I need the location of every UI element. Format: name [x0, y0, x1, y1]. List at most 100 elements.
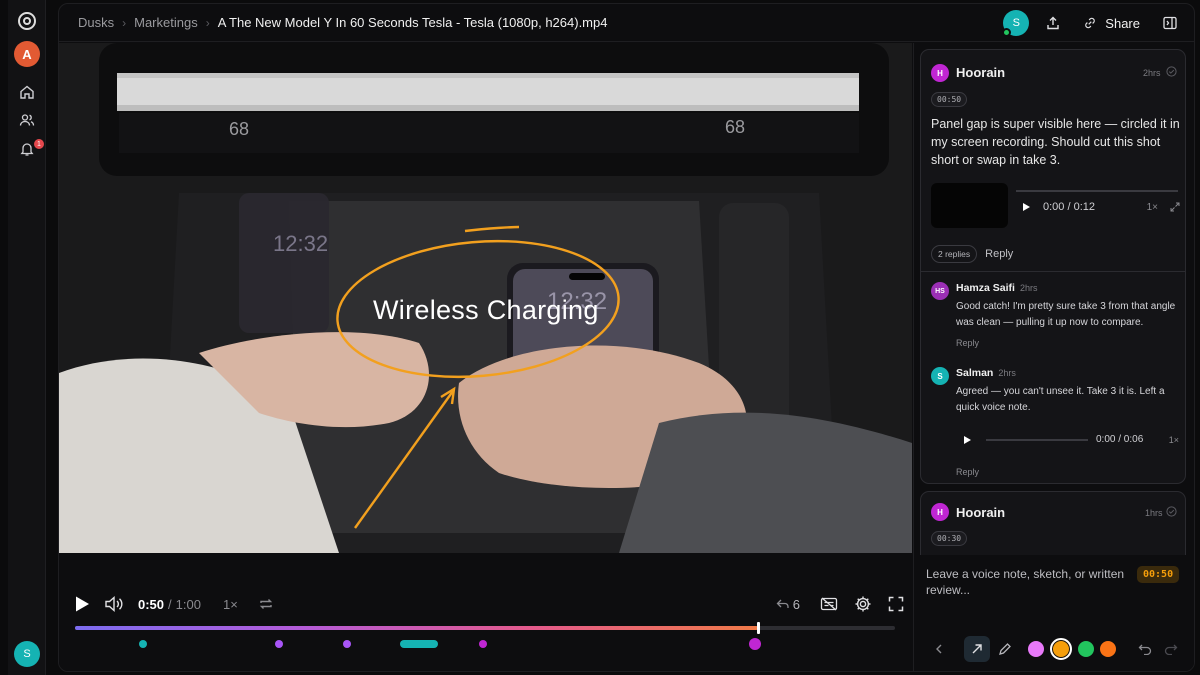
comment-timestamp[interactable]: 00:50	[931, 92, 968, 107]
video-frame[interactable]: 68 68 12:32 12:32 Wireless Charging	[59, 43, 912, 553]
reply-time-ago: 2hrs	[998, 368, 1016, 378]
app-rail: A 1 S	[8, 0, 46, 675]
thread-divider	[921, 271, 1185, 272]
color-swatch-orange-selected[interactable]	[1050, 638, 1072, 660]
chevron-left-icon[interactable]	[934, 643, 944, 655]
comment-time-ago: 2hrs	[1143, 68, 1161, 78]
reply-arrow-icon	[776, 599, 789, 608]
reply-header: Salman 2hrs	[956, 367, 1016, 379]
control-row: 0:50 / 1:00 1× 6	[74, 593, 904, 615]
workspace-avatar[interactable]: A	[14, 41, 40, 67]
color-swatch-red-orange[interactable]	[1100, 641, 1116, 657]
voice-waveform[interactable]	[1016, 190, 1178, 192]
total-time: 1:00	[175, 596, 201, 612]
reply-text: Good catch! I'm pretty sure take 3 from …	[956, 301, 1176, 328]
breadcrumb-chevron-icon: ›	[122, 15, 127, 30]
pen-tool-icon[interactable]	[998, 642, 1012, 656]
voice-waveform[interactable]	[986, 438, 1088, 441]
user-avatar[interactable]: S	[14, 641, 40, 667]
reply-button[interactable]: Reply	[956, 467, 979, 477]
comment-marker[interactable]	[139, 640, 147, 648]
breadcrumb-item-dusks[interactable]: Dusks	[78, 15, 114, 30]
captions-off-icon[interactable]	[820, 596, 838, 612]
progress-bar[interactable]	[75, 622, 895, 634]
comment-author: Hoorain	[956, 65, 1006, 80]
presence-avatar[interactable]: S	[1002, 10, 1030, 37]
app-logo-icon[interactable]	[18, 12, 36, 30]
panel-toggle-icon[interactable]	[1162, 15, 1178, 31]
comment-thread: H Hoorain 2hrs 00:50 Panel gap is super …	[920, 49, 1186, 484]
color-swatch-pink[interactable]	[1028, 641, 1044, 657]
playback-speed[interactable]: 1×	[223, 597, 238, 612]
arrow-tool-button[interactable]	[964, 636, 990, 662]
reply-time-ago: 2hrs	[1019, 283, 1038, 293]
player-controls: 0:50 / 1:00 1× 6	[59, 553, 912, 671]
users-icon[interactable]	[19, 112, 35, 128]
link-icon	[1085, 17, 1096, 29]
resolve-check-icon[interactable]	[1166, 506, 1177, 517]
comment-text: Panel gap is super visible here — circle…	[931, 117, 1180, 167]
comment-input[interactable]: Leave a voice note, sketch, or written r…	[926, 566, 1136, 598]
voice-time: 0:00 / 0:06	[1096, 434, 1144, 445]
home-icon[interactable]	[19, 84, 35, 100]
reply-button[interactable]: Reply	[985, 248, 1013, 260]
comment-time-ago: 1hrs	[1145, 508, 1163, 518]
settings-gear-icon[interactable]	[854, 595, 872, 613]
share-button[interactable]: Share	[1077, 12, 1146, 35]
top-bar-actions: S Share	[1002, 10, 1178, 37]
main-panel: Dusks › Marketings › A The New Model Y I…	[58, 3, 1195, 672]
expand-icon[interactable]	[1170, 202, 1180, 212]
volume-icon[interactable]	[104, 595, 124, 613]
comment-timestamp[interactable]: 00:30	[931, 531, 968, 546]
comment-marker[interactable]	[343, 640, 351, 648]
redo-icon[interactable]	[1164, 643, 1178, 655]
annotation-text: Wireless Charging	[373, 295, 599, 325]
bell-icon[interactable]	[19, 141, 35, 157]
reply-author: Hamza Saifi	[956, 282, 1015, 294]
screen-recording-thumbnail[interactable]	[931, 183, 1008, 228]
comment-markers	[59, 636, 912, 652]
comment-marker[interactable]	[275, 640, 283, 648]
comment-marker-active[interactable]	[749, 638, 761, 650]
breadcrumb-item-marketings[interactable]: Marketings	[134, 15, 198, 30]
voice-time: 0:00 / 0:12	[1043, 201, 1095, 213]
fullscreen-icon[interactable]	[888, 596, 904, 612]
reply-avatar: HS	[931, 282, 949, 300]
reply-avatar: S	[931, 367, 949, 385]
loop-icon[interactable]	[258, 596, 274, 612]
reply-author: Salman	[956, 367, 994, 379]
color-swatch-green[interactable]	[1078, 641, 1094, 657]
share-label: Share	[1105, 15, 1140, 31]
time-separator: /	[168, 596, 172, 612]
voice-play-icon[interactable]	[1022, 202, 1031, 212]
dash-temp-right: 68	[725, 117, 746, 137]
resolve-check-icon[interactable]	[1166, 66, 1177, 77]
breadcrumb-chevron-icon: ›	[205, 15, 210, 30]
upload-icon[interactable]	[1045, 15, 1061, 31]
reply-text: Agreed — you can't unsee it. Take 3 it i…	[956, 386, 1165, 413]
voice-speed[interactable]: 1×	[1169, 435, 1179, 445]
comment-avatar: H	[931, 503, 949, 521]
voice-speed[interactable]: 1×	[1147, 202, 1158, 213]
dash-temp-left: 68	[229, 119, 250, 139]
online-status-dot	[1002, 28, 1012, 37]
progress-handle[interactable]	[757, 622, 761, 634]
comment-marker[interactable]	[479, 640, 487, 648]
progress-fill	[75, 626, 759, 630]
phone-clock-ghost: 12:32	[273, 231, 329, 256]
composer-timestamp[interactable]: 00:50	[1137, 566, 1180, 583]
breadcrumb: Dusks › Marketings › A The New Model Y I…	[78, 15, 607, 30]
reply-button[interactable]: Reply	[956, 338, 979, 348]
voice-play-icon[interactable]	[963, 435, 972, 445]
replies-count-pill[interactable]: 2 replies	[931, 245, 978, 263]
reply-header: Hamza Saifi 2hrs	[956, 282, 1037, 294]
comment-avatar: H	[931, 64, 949, 82]
voice-note-player: 0:00 / 0:06 1×	[963, 434, 1179, 445]
comment-range-marker[interactable]	[400, 640, 438, 648]
current-time: 0:50	[138, 596, 165, 612]
comment-composer: Leave a voice note, sketch, or written r…	[914, 555, 1194, 671]
play-icon[interactable]	[74, 595, 90, 613]
undo-icon[interactable]	[1138, 643, 1152, 655]
top-bar: Dusks › Marketings › A The New Model Y I…	[59, 4, 1194, 42]
reply-count[interactable]: 6	[793, 597, 800, 612]
